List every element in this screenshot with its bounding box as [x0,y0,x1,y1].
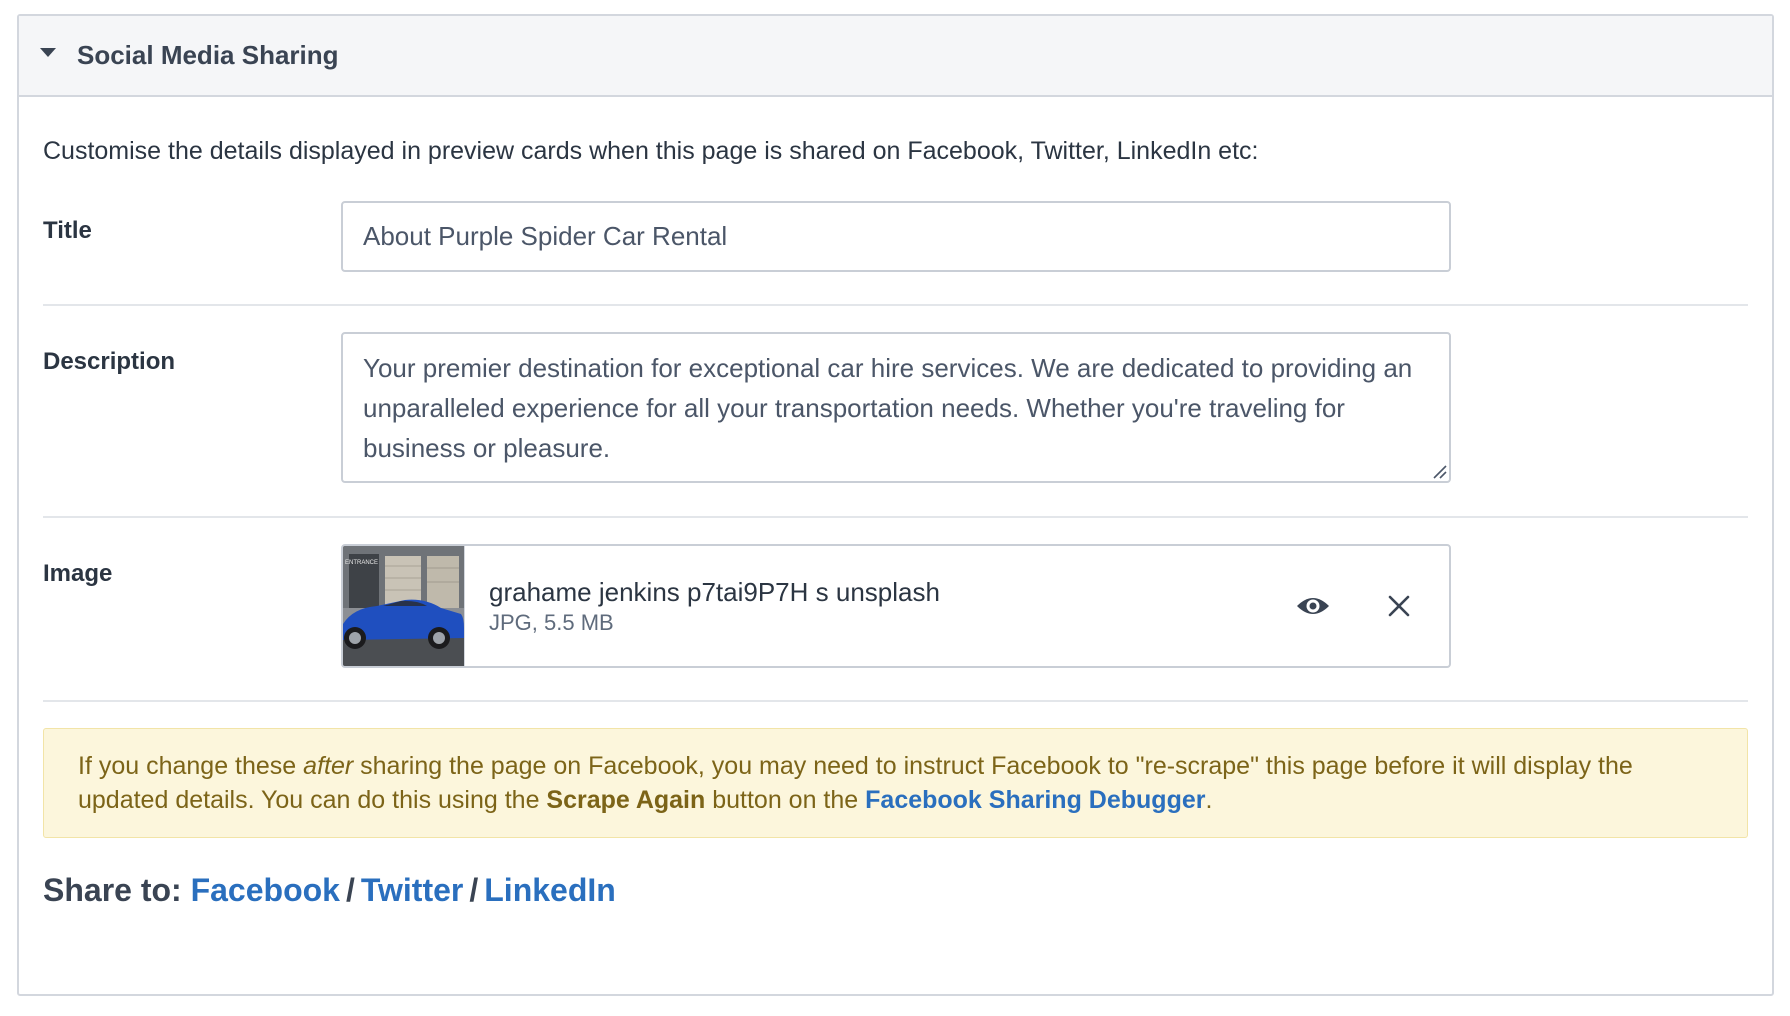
title-input[interactable] [341,201,1451,272]
social-media-sharing-panel: Social Media Sharing Customise the detai… [17,14,1774,996]
panel-body: Customise the details displayed in previ… [19,135,1772,909]
title-row: Title [43,201,1748,306]
file-meta: JPG, 5.5 MB [489,610,614,635]
notice-text-4: . [1205,786,1213,814]
eye-icon [1297,598,1329,614]
file-info: grahame jenkins p7tai9P7H s unsplash JPG… [465,576,1291,636]
description-row: Description Your premier destination for… [43,306,1748,518]
caret-down-icon[interactable] [40,48,56,57]
scrape-again-label: Scrape Again [546,786,706,814]
preview-button[interactable] [1291,584,1335,628]
notice-emphasis: after [303,752,354,780]
thumb-sign-text: ENTRANCE [345,560,378,566]
share-links: Share to: Facebook / Twitter / LinkedIn [43,872,1748,909]
notice-text-1: If you change these [78,752,304,780]
panel-title: Social Media Sharing [77,40,339,70]
title-label: Title [43,217,92,244]
share-facebook-link[interactable]: Facebook [191,872,340,908]
share-linkedin-link[interactable]: LinkedIn [484,872,616,908]
image-field: ENTRANCE grahame jenkins p7tai9P7H s uns… [341,544,1451,668]
description-wrapper: Your premier destination for exceptional… [341,332,1451,483]
close-icon [1388,595,1410,617]
intro-text: Customise the details displayed in previ… [43,137,1259,165]
description-textarea[interactable]: Your premier destination for exceptional… [341,332,1451,483]
image-row: Image ENTRANCE grahame jenkins p7tai9P7H… [43,518,1748,702]
description-label: Description [43,348,176,375]
notice-text-3: button on the [705,786,866,814]
car-thumbnail[interactable]: ENTRANCE [343,546,465,666]
share-separator: / [345,872,355,908]
facebook-debugger-link[interactable]: Facebook Sharing Debugger [865,786,1205,814]
panel-header[interactable]: Social Media Sharing [19,16,1772,97]
rescrape-notice: If you change these after sharing the pa… [43,728,1748,838]
image-label: Image [43,560,113,587]
share-separator: / [469,872,479,908]
share-twitter-link[interactable]: Twitter [361,872,464,908]
remove-image-button[interactable] [1377,584,1421,628]
resize-handle-icon[interactable] [1431,463,1447,479]
share-label: Share to: [43,872,191,908]
file-name: grahame jenkins p7tai9P7H s unsplash [489,577,940,607]
